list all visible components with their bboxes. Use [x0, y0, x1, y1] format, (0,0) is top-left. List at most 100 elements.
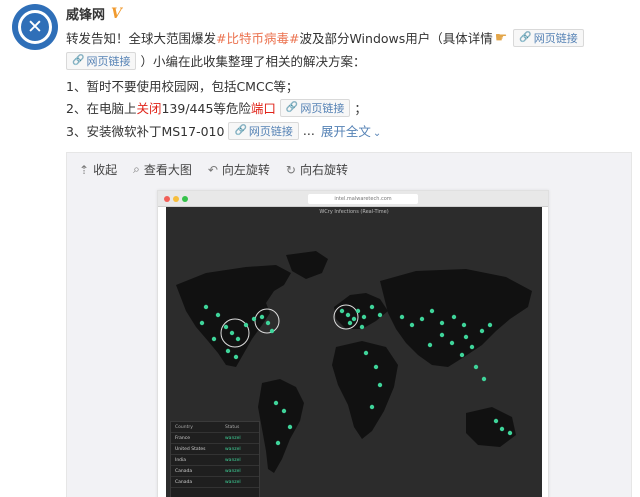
post-text: ）小编在此收集整理了相关的解决方案：: [140, 54, 366, 69]
infection-dot: [373, 364, 379, 370]
infection-dot: [429, 308, 435, 314]
post-line-3: 1、暂时不要使用校园网，包括CMCC等；: [66, 76, 298, 95]
highlight-text: 关闭: [136, 101, 162, 116]
infection-dot: [459, 352, 465, 358]
infection-dot: [463, 334, 469, 340]
infection-dot: [269, 328, 275, 334]
chevron-down-icon: ⌄: [372, 128, 382, 139]
web-link-chip[interactable]: 🔗 网页链接: [513, 28, 584, 47]
infection-dot: [479, 328, 485, 334]
embedded-screenshot[interactable]: intel.malwaretech.com WCry Infections (R…: [157, 190, 549, 497]
north-america-shape: [176, 265, 291, 367]
link-chain-icon: 🔗: [519, 32, 532, 43]
legend-header: Status: [225, 424, 240, 430]
web-link-chip[interactable]: 🔗 网页链接: [228, 121, 299, 140]
legend-country: India: [175, 457, 187, 463]
web-link-label: 网页链接: [300, 101, 345, 115]
australia-shape: [466, 407, 516, 447]
infection-dot: [243, 322, 249, 328]
infection-dot: [507, 430, 513, 436]
hand-pointing-icon: ☛: [494, 29, 508, 46]
legend-header: Country: [175, 424, 193, 430]
infection-dot: [363, 350, 369, 356]
verified-badge-icon: V: [111, 5, 122, 22]
greenland-shape: [286, 251, 328, 279]
infection-dot: [251, 316, 257, 322]
legend-country: Canada: [175, 479, 193, 485]
infection-dot: [359, 324, 365, 330]
infection-dot: [233, 354, 239, 360]
expand-full-text-link[interactable]: 展开全文 ⌄: [321, 121, 381, 140]
hashtag-link[interactable]: #比特币病毒#: [216, 28, 299, 47]
web-link-chip[interactable]: 🔗 网页链接: [279, 98, 351, 117]
legend-country: Canada: [175, 468, 193, 474]
infection-dot: [225, 348, 231, 354]
infection-dot: [377, 382, 383, 388]
infection-dot: [449, 340, 455, 346]
infection-dot: [399, 314, 405, 320]
infection-dot: [461, 322, 467, 328]
infection-dot: [339, 308, 345, 314]
legend-row: France wanzel: [171, 433, 259, 444]
infection-dot: [273, 400, 279, 406]
legend-row: United States wanzel: [171, 444, 259, 455]
infection-dot: [199, 320, 205, 326]
infection-dot: [275, 440, 281, 446]
legend-status: wanzel: [225, 457, 241, 463]
infection-dot: [229, 330, 235, 336]
legend-country: France: [175, 435, 190, 441]
media-viewer: ⇡ 收起 ⌕ 查看大图 ↶ 向左旋转 ↻ 向右旋转 intel.malwaret…: [66, 152, 632, 497]
post-text: ；: [354, 101, 367, 116]
web-link-chip[interactable]: 🔗 网页链接: [66, 51, 137, 70]
infection-dot: [451, 314, 457, 320]
infection-dot: [369, 404, 375, 410]
post-text: 转发告知！全球大范围爆发: [66, 31, 217, 46]
legend-row: India wanzel: [171, 455, 259, 466]
infection-dot: [377, 312, 383, 318]
collapse-label: 收起: [93, 163, 118, 177]
infection-dot: [345, 312, 351, 318]
infection-dot: [439, 332, 445, 338]
infection-dot: [223, 324, 229, 330]
infection-dot: [355, 308, 361, 314]
link-chain-icon: 🔗: [72, 55, 85, 66]
legend-status: wanzel: [225, 435, 241, 441]
rotate-right-icon: ↻: [285, 162, 296, 177]
infection-dot: [439, 320, 445, 326]
collapse-arrow-icon: ⇡: [79, 162, 90, 177]
view-large-button[interactable]: ⌕ 查看大图: [133, 161, 192, 178]
media-toolbar: ⇡ 收起 ⌕ 查看大图 ↶ 向左旋转 ↻ 向右旋转: [79, 161, 364, 178]
infection-dot: [473, 364, 479, 370]
link-chain-icon: 🔗: [285, 102, 299, 113]
infection-dot: [419, 316, 425, 322]
infection-dot: [211, 336, 217, 342]
infection-dot: [487, 322, 493, 328]
link-chain-icon: 🔗: [234, 125, 247, 136]
infection-dot: [351, 316, 357, 322]
web-link-label: 网页链接: [86, 54, 131, 68]
post-text: 139/445等危险: [161, 101, 251, 116]
avatar[interactable]: ✕: [12, 4, 58, 50]
infection-dot: [427, 342, 433, 348]
post-line-4: 2、在电脑上 关闭 139/445等危险 端口 🔗 网页链接 ；: [66, 98, 367, 117]
post-text: 波及部分Windows用户（具体详情: [299, 31, 493, 46]
infection-dot: [235, 336, 241, 342]
rotate-right-button[interactable]: ↻ 向右旋转: [286, 161, 348, 178]
collapse-button[interactable]: ⇡ 收起: [79, 161, 117, 178]
browser-url: intel.malwaretech.com: [308, 194, 418, 204]
rotate-left-button[interactable]: ↶ 向左旋转: [208, 161, 270, 178]
infection-dot: [361, 314, 367, 320]
infection-dot: [259, 314, 265, 320]
infection-legend: Country Status France wanzel United Stat…: [170, 421, 260, 497]
post-text: 1、暂时不要使用校园网，包括CMCC等；: [66, 79, 299, 94]
post-line-1: 转发告知！全球大范围爆发 #比特币病毒# 波及部分Windows用户（具体详情 …: [66, 28, 588, 47]
author-name[interactable]: 威锋网: [66, 4, 105, 23]
legend-row: Canada wanzel: [171, 477, 259, 488]
rotate-right-label: 向右旋转: [299, 163, 348, 177]
rotate-left-icon: ↶: [207, 162, 218, 177]
view-large-label: 查看大图: [143, 163, 192, 177]
infection-dot: [493, 418, 499, 424]
infection-dot: [203, 304, 209, 310]
south-america-shape: [258, 379, 304, 473]
infection-map: WCry Infections (Real-Time) Country Stat…: [166, 207, 542, 497]
